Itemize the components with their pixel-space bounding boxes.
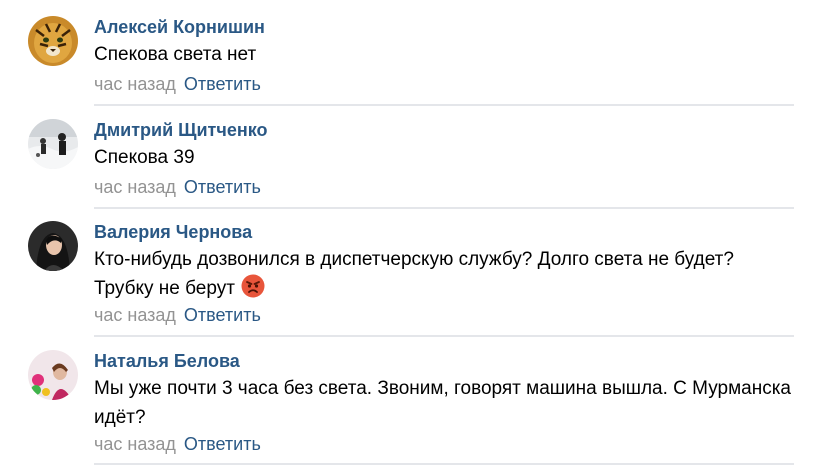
avatar[interactable] bbox=[28, 119, 78, 169]
comment-author[interactable]: Дмитрий Щитченко bbox=[94, 119, 267, 141]
comment-meta: час назад Ответить bbox=[94, 304, 261, 326]
reply-button[interactable]: Ответить bbox=[184, 74, 261, 94]
divider bbox=[94, 335, 794, 337]
comment-time[interactable]: час назад bbox=[94, 305, 176, 325]
comment-time[interactable]: час назад bbox=[94, 74, 176, 94]
comment-meta: час назад Ответить bbox=[94, 73, 261, 95]
reply-button[interactable]: Ответить bbox=[184, 177, 261, 197]
comment-text: Кто-нибудь дозвонился в диспетчерскую сл… bbox=[94, 245, 794, 303]
comment-text-content: Кто-нибудь дозвонился в диспетчерскую сл… bbox=[94, 249, 734, 299]
comment-text: Спекова 39 bbox=[94, 147, 195, 168]
comment-author[interactable]: Наталья Белова bbox=[94, 350, 240, 372]
comment-time[interactable]: час назад bbox=[94, 434, 176, 454]
avatar[interactable] bbox=[28, 16, 78, 66]
comment-text: Мы уже почти 3 часа без света. Звоним, г… bbox=[94, 378, 791, 428]
woman-flowers-avatar-icon bbox=[28, 350, 78, 400]
woman-portrait-avatar-icon bbox=[28, 221, 78, 271]
comment-author[interactable]: Алексей Корнишин bbox=[94, 16, 265, 38]
avatar[interactable] bbox=[28, 350, 78, 400]
snow-scene-avatar-icon bbox=[28, 119, 78, 169]
divider bbox=[94, 207, 794, 209]
angry-face-icon bbox=[241, 274, 265, 298]
tiger-avatar-icon bbox=[28, 16, 78, 66]
comment-meta: час назад Ответить bbox=[94, 433, 261, 455]
comment-author[interactable]: Валерия Чернова bbox=[94, 221, 252, 243]
reply-button[interactable]: Ответить bbox=[184, 305, 261, 325]
avatar[interactable] bbox=[28, 221, 78, 271]
divider bbox=[94, 104, 794, 106]
divider bbox=[94, 463, 794, 465]
reply-button[interactable]: Ответить bbox=[184, 434, 261, 454]
comment-text: Спекова света нет bbox=[94, 44, 257, 65]
comment-meta: час назад Ответить bbox=[94, 176, 261, 198]
comment-time[interactable]: час назад bbox=[94, 177, 176, 197]
